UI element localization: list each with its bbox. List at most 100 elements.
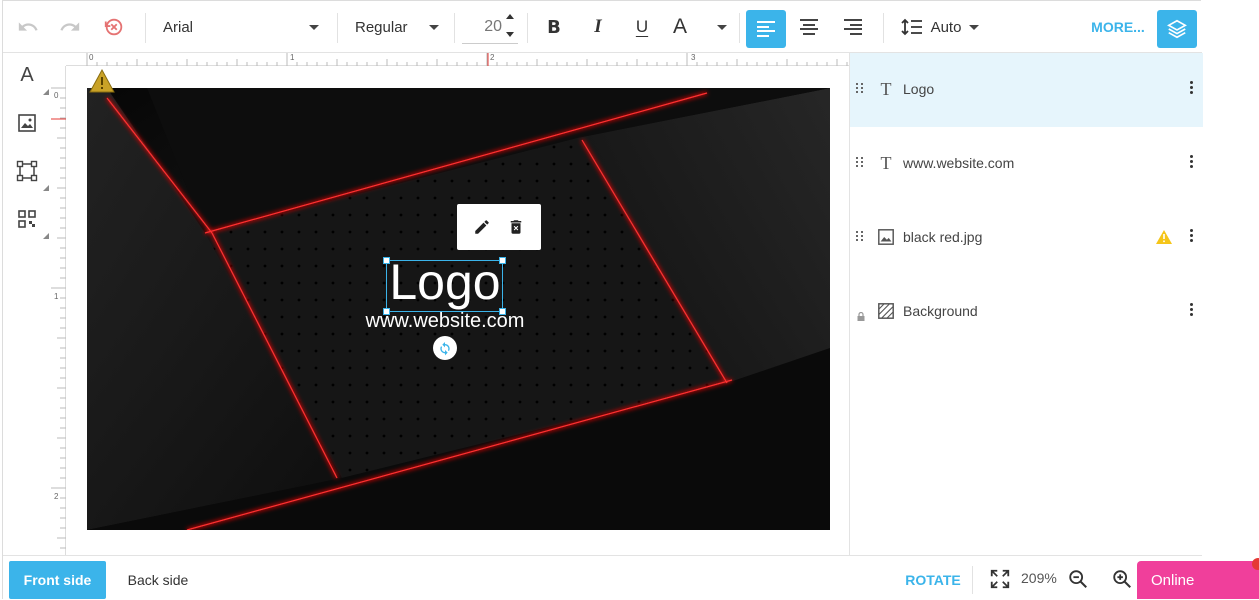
- toolbar-separator: [337, 13, 338, 43]
- image-tool-icon: [18, 114, 36, 132]
- warning-icon[interactable]: [1155, 229, 1173, 250]
- font-size-value: 20: [484, 17, 502, 35]
- online-chat-button[interactable]: Online: [1137, 561, 1259, 599]
- design-canvas[interactable]: Logo www.website.com: [66, 66, 850, 555]
- logo-text[interactable]: Logo: [384, 252, 506, 312]
- underline-button[interactable]: U: [629, 1, 655, 53]
- notification-dot: [1252, 558, 1259, 570]
- more-options-icon[interactable]: [1190, 81, 1193, 94]
- more-options-icon[interactable]: [1190, 229, 1193, 242]
- layers-icon: [1167, 19, 1187, 39]
- align-center-icon: [800, 19, 818, 35]
- layer-name: Background: [903, 303, 978, 319]
- font-family-value: Arial: [163, 18, 194, 36]
- toolbar-separator: [883, 13, 884, 43]
- toolbar-separator: [527, 13, 528, 43]
- redo-icon: [60, 22, 80, 31]
- increment-icon[interactable]: [506, 14, 514, 19]
- layer-name: black red.jpg: [903, 229, 983, 245]
- font-size-stepper[interactable]: 20: [461, 1, 519, 53]
- ruler-label: 0: [89, 53, 94, 62]
- layer-item-logo[interactable]: T Logo: [850, 53, 1203, 127]
- add-shape-tool[interactable]: [3, 151, 51, 191]
- bold-icon: B: [547, 16, 561, 38]
- drag-handle-icon[interactable]: [856, 83, 864, 93]
- ruler-ticks: [51, 87, 66, 549]
- more-options-icon[interactable]: [1190, 155, 1193, 168]
- rotate-icon: [440, 342, 450, 356]
- top-toolbar: Arial Regular 20 B I U A Auto MORE...: [3, 1, 1202, 53]
- ruler-label: 1: [290, 53, 295, 62]
- toolbar-separator: [145, 13, 146, 43]
- more-label: MORE...: [1091, 19, 1145, 35]
- chevron-down-icon: [429, 24, 439, 30]
- submenu-indicator-icon: [43, 233, 49, 239]
- more-button[interactable]: MORE...: [1085, 1, 1151, 53]
- underline-icon: U: [635, 17, 649, 36]
- add-qr-code-tool[interactable]: [3, 199, 51, 239]
- italic-button[interactable]: I: [585, 1, 611, 53]
- layers-panel: T Logo T www.website.com black red.jpg B…: [849, 53, 1203, 555]
- ruler-label: 0: [54, 91, 59, 100]
- text-color-select[interactable]: A: [673, 1, 727, 53]
- delete-icon[interactable]: [507, 218, 525, 236]
- font-weight-select[interactable]: Regular: [355, 1, 439, 53]
- decrement-icon[interactable]: [506, 32, 514, 37]
- horizontal-ruler: 0 1 2 3: [66, 53, 850, 66]
- add-text-tool[interactable]: A: [3, 55, 51, 95]
- editor-frame: Arial Regular 20 B I U A Auto MORE... A …: [2, 0, 1203, 600]
- ruler-ticks: [86, 53, 848, 66]
- add-image-tool[interactable]: [3, 103, 51, 143]
- vertical-ruler: 0 1 2: [51, 66, 66, 555]
- text-tool-icon: A: [20, 63, 34, 86]
- line-height-select[interactable]: Auto: [901, 1, 979, 53]
- layer-item-background[interactable]: Background: [850, 275, 1203, 349]
- zoom-in-icon: [1113, 570, 1131, 588]
- bold-button[interactable]: B: [541, 1, 567, 53]
- rotate-button[interactable]: ROTATE: [899, 561, 967, 599]
- zoom-level: 209%: [1021, 570, 1057, 586]
- layers-toggle-button[interactable]: [1157, 10, 1197, 48]
- qr-code-icon: [18, 210, 36, 228]
- layer-item-image[interactable]: black red.jpg: [850, 201, 1203, 275]
- ruler-label: 2: [54, 492, 59, 501]
- line-height-icon: [901, 18, 922, 36]
- align-left-icon: [757, 21, 775, 37]
- redo-button[interactable]: [57, 1, 83, 53]
- rotate-handle[interactable]: [433, 336, 457, 360]
- undo-button[interactable]: [15, 1, 41, 53]
- text-icon: T: [880, 152, 892, 173]
- drag-handle-icon[interactable]: [856, 231, 864, 241]
- bottom-separator: [972, 566, 973, 594]
- align-right-button[interactable]: [835, 1, 871, 53]
- edit-pencil-icon[interactable]: [473, 218, 491, 236]
- undo-icon: [18, 22, 38, 31]
- reset-history-icon: [104, 18, 123, 36]
- layer-name: Logo: [903, 81, 935, 97]
- zoom-out-button[interactable]: [1067, 568, 1091, 592]
- italic-icon: I: [594, 16, 602, 37]
- toolbar-separator: [454, 13, 455, 43]
- align-right-icon: [844, 19, 862, 35]
- back-side-tab[interactable]: Back side: [115, 561, 201, 599]
- toolbar-separator: [739, 13, 740, 43]
- image-icon: [876, 227, 896, 247]
- business-card-front[interactable]: Logo www.website.com: [87, 88, 830, 530]
- drag-handle-icon[interactable]: [856, 157, 864, 167]
- warning-triangle-icon[interactable]: [89, 68, 115, 93]
- shape-tool-icon: [16, 160, 38, 182]
- align-center-button[interactable]: [791, 1, 827, 53]
- text-icon: T: [880, 78, 892, 99]
- website-text[interactable]: www.website.com: [323, 308, 567, 334]
- online-label: Online: [1151, 571, 1195, 589]
- more-options-icon[interactable]: [1190, 303, 1193, 316]
- front-side-tab[interactable]: Front side: [9, 561, 106, 599]
- align-left-button[interactable]: [746, 10, 786, 48]
- lock-icon: [857, 308, 865, 326]
- font-family-select[interactable]: Arial: [163, 1, 323, 53]
- element-action-popup: [457, 204, 541, 250]
- fullscreen-button[interactable]: [989, 568, 1013, 592]
- zoom-in-button[interactable]: [1111, 568, 1135, 592]
- layer-item-website[interactable]: T www.website.com: [850, 127, 1203, 201]
- reset-button[interactable]: [101, 1, 127, 53]
